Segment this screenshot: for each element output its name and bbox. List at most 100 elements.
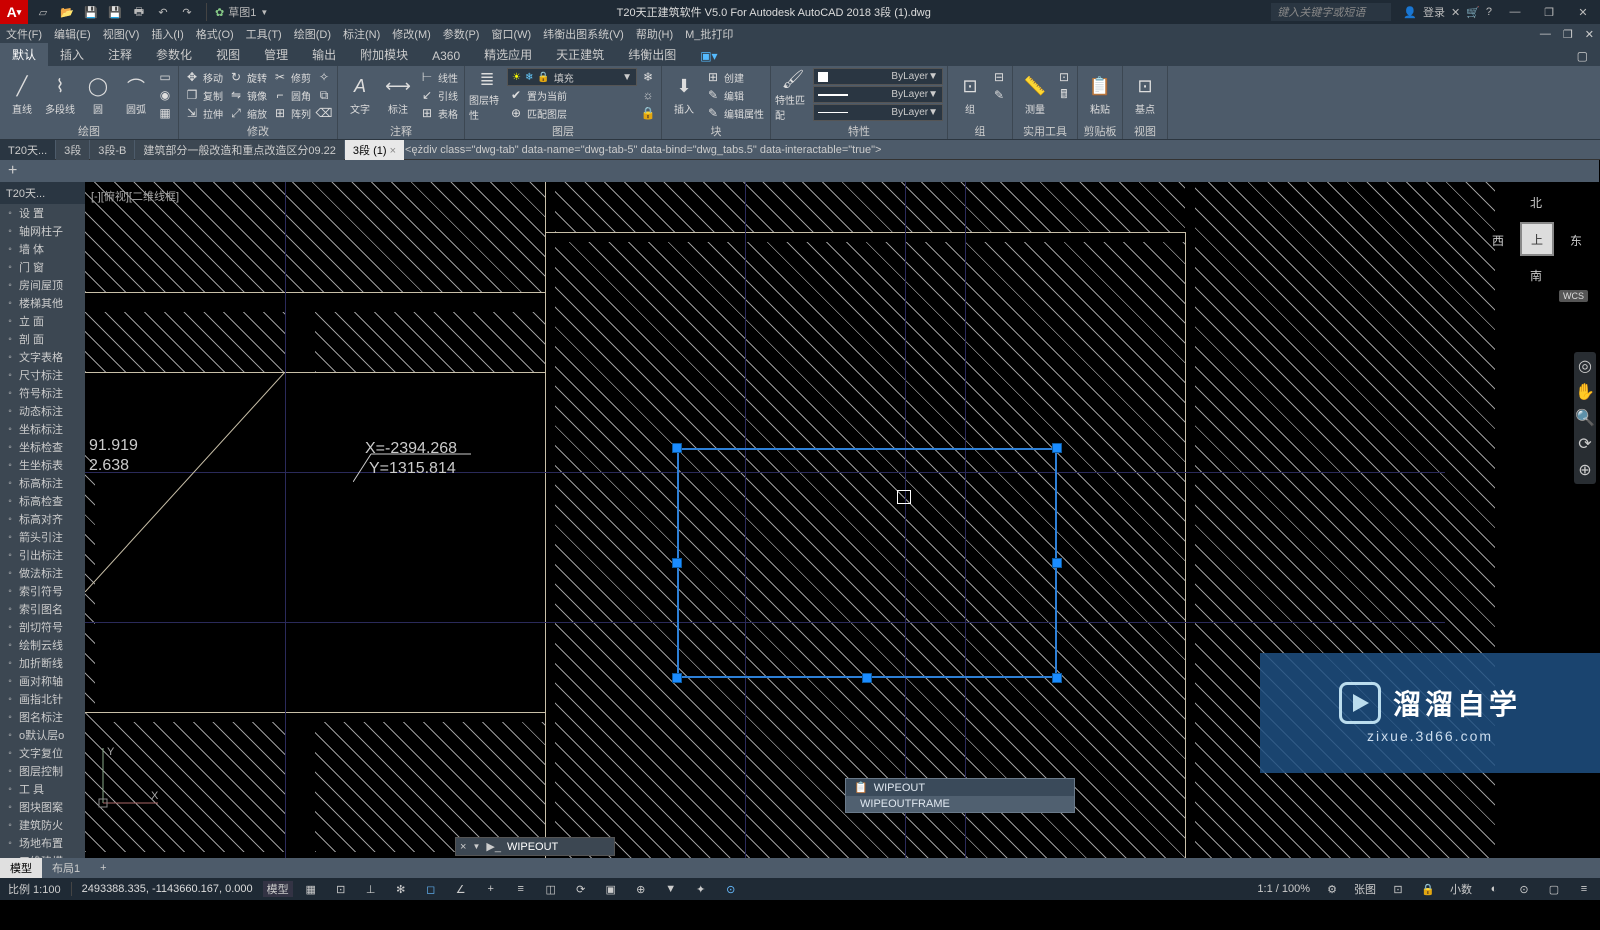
groupedit-button[interactable]: ✎	[990, 86, 1008, 104]
leader-button[interactable]: ↙引线	[418, 86, 460, 104]
menu-help[interactable]: 帮助(H)	[630, 26, 679, 42]
base-button[interactable]: ⊡基点	[1127, 68, 1163, 122]
create-block-button[interactable]: ⊞创建	[704, 68, 766, 86]
cmdline-close-icon[interactable]: ×	[460, 841, 466, 853]
tab-featured[interactable]: 精选应用	[472, 43, 544, 66]
side-item-19[interactable]: ◦引出标注	[0, 546, 85, 564]
fullnav-icon[interactable]: ◎	[1578, 356, 1592, 376]
dwg-tab-2[interactable]: 3段-B	[90, 140, 134, 160]
dwg-tab-add[interactable]: +	[0, 160, 1599, 182]
table-button[interactable]: ⊞表格	[418, 104, 460, 122]
hatch-button[interactable]: ▦	[156, 104, 174, 122]
menu-modify[interactable]: 修改(M)	[386, 26, 437, 42]
sb-annoscale[interactable]: 1:1 / 100%	[1253, 883, 1314, 895]
cmd-option-wipeoutframe[interactable]: WIPEOUTFRAME	[846, 796, 1074, 812]
layerprops-button[interactable]: ≣图层特性	[469, 68, 505, 122]
doc-close-icon[interactable]: ✕	[1579, 28, 1600, 41]
selfilter-icon[interactable]: ▼	[663, 881, 679, 897]
custom-icon[interactable]: ≡	[1576, 881, 1592, 897]
matchlayer-button[interactable]: ⊕匹配图层	[507, 104, 637, 122]
open-icon[interactable]: 📂	[58, 3, 76, 21]
viewcube[interactable]: 北 南 西 东 上 WCS	[1492, 194, 1582, 284]
otrack-icon[interactable]: ∠	[453, 881, 469, 897]
ribbon-minimize-icon[interactable]: ▢	[1565, 46, 1600, 66]
tab-close-icon[interactable]: ×	[390, 145, 396, 157]
side-item-15[interactable]: ◦标高标注	[0, 474, 85, 492]
gear-icon[interactable]: ⚙	[1324, 881, 1340, 897]
side-item-3[interactable]: ◦门 窗	[0, 258, 85, 276]
trim-button[interactable]: ✂修剪	[271, 68, 313, 86]
trans-icon[interactable]: ◫	[543, 881, 559, 897]
save-icon[interactable]: 💾	[82, 3, 100, 21]
isolate-icon[interactable]: ◐	[1486, 881, 1502, 897]
side-item-23[interactable]: ◦剖切符号	[0, 618, 85, 636]
side-item-35[interactable]: ◦场地布置	[0, 834, 85, 852]
line-button[interactable]: ╱直线	[4, 68, 40, 122]
measure-button[interactable]: 📏测量	[1017, 68, 1053, 122]
3dosnap-icon[interactable]: ▣	[603, 881, 619, 897]
clean-icon[interactable]: ▢	[1546, 881, 1562, 897]
linear-button[interactable]: ⊢线性	[418, 68, 460, 86]
side-item-31[interactable]: ◦图层控制	[0, 762, 85, 780]
menu-view[interactable]: 视图(V)	[97, 26, 146, 42]
layer-dropdown[interactable]: ☀❄🔒填充▼	[507, 68, 637, 86]
tab-output[interactable]: 输出	[300, 43, 348, 66]
polar-icon[interactable]: ✻	[393, 881, 409, 897]
signin-icon[interactable]: 👤	[1403, 6, 1417, 19]
command-line[interactable]: × ▼ ▶_ WIPEOUT	[455, 837, 615, 856]
orbit-icon[interactable]: ⟳	[1578, 434, 1591, 454]
snap-icon[interactable]: ⊡	[333, 881, 349, 897]
polyline-button[interactable]: ⌇多段线	[42, 68, 78, 122]
side-item-28[interactable]: ◦图名标注	[0, 708, 85, 726]
side-item-14[interactable]: ◦生坐标表	[0, 456, 85, 474]
redo-icon[interactable]: ↷	[178, 3, 196, 21]
dwg-tab-3[interactable]: 建筑部分一般改造和重点改造区分09.22	[135, 140, 344, 160]
side-item-27[interactable]: ◦画指北针	[0, 690, 85, 708]
menu-format[interactable]: 格式(O)	[190, 26, 240, 42]
menu-param[interactable]: 参数(P)	[437, 26, 486, 42]
erase-button[interactable]: ⌫	[315, 104, 333, 122]
search-input[interactable]: 键入关键字或短语	[1271, 3, 1391, 21]
saveas-icon[interactable]: 💾	[106, 3, 124, 21]
ellipse-button[interactable]: ◉	[156, 86, 174, 104]
grip-bl[interactable]	[672, 673, 682, 683]
insert-button[interactable]: ⬇插入	[666, 68, 702, 122]
menu-draw[interactable]: 绘图(D)	[288, 26, 337, 42]
undo-icon[interactable]: ↶	[154, 3, 172, 21]
dwg-tab-4[interactable]: 3段 (1) ×	[345, 140, 404, 160]
side-item-30[interactable]: ◦文字复位	[0, 744, 85, 762]
layout-tab-layout1[interactable]: 布局1	[42, 858, 90, 878]
help-icon[interactable]: ?	[1486, 6, 1492, 18]
menu-window[interactable]: 窗口(W)	[485, 26, 537, 42]
cmd-option-wipeout[interactable]: 📋WIPEOUT	[846, 779, 1074, 796]
layout-tab-add[interactable]: +	[90, 860, 116, 876]
side-item-1[interactable]: ◦轴网柱子	[0, 222, 85, 240]
nav-bar[interactable]: ◎ ✋ 🔍 ⟳ ⊕	[1574, 352, 1596, 484]
steering-icon[interactable]: ⊕	[1578, 460, 1591, 480]
grip-mb[interactable]	[862, 673, 872, 683]
tab-addins[interactable]: 附加模块	[348, 43, 420, 66]
dwg-tab-0[interactable]: T20天...	[0, 140, 55, 160]
sb-scale[interactable]: 比例 1:100	[4, 881, 65, 897]
sb-dec[interactable]: 小数	[1446, 881, 1476, 897]
tab-manage[interactable]: 管理	[252, 43, 300, 66]
side-item-33[interactable]: ◦图块图案	[0, 798, 85, 816]
side-item-0[interactable]: ◦设 置	[0, 204, 85, 222]
menu-edit[interactable]: 编辑(E)	[48, 26, 97, 42]
command-autocomplete[interactable]: 📋WIPEOUT WIPEOUTFRAME	[845, 778, 1075, 813]
annomon-icon[interactable]: ⊙	[723, 881, 739, 897]
lineweight-dropdown[interactable]: ByLayer ▼	[813, 86, 943, 103]
setcurrent-button[interactable]: ✔置为当前	[507, 86, 637, 104]
side-item-12[interactable]: ◦坐标标注	[0, 420, 85, 438]
side-item-26[interactable]: ◦画对称轴	[0, 672, 85, 690]
side-item-25[interactable]: ◦加折断线	[0, 654, 85, 672]
group-button[interactable]: ⊡组	[952, 68, 988, 122]
workspace-icon[interactable]: ⊡	[1390, 881, 1406, 897]
grip-tl[interactable]	[672, 443, 682, 453]
tab-default[interactable]: 默认	[0, 43, 48, 66]
side-item-29[interactable]: ◦o默认层o	[0, 726, 85, 744]
paste-button[interactable]: 📋粘贴	[1082, 68, 1118, 122]
tab-annotate[interactable]: 注释	[96, 43, 144, 66]
ortho-icon[interactable]: ⊥	[363, 881, 379, 897]
gizmo-icon[interactable]: ✦	[693, 881, 709, 897]
